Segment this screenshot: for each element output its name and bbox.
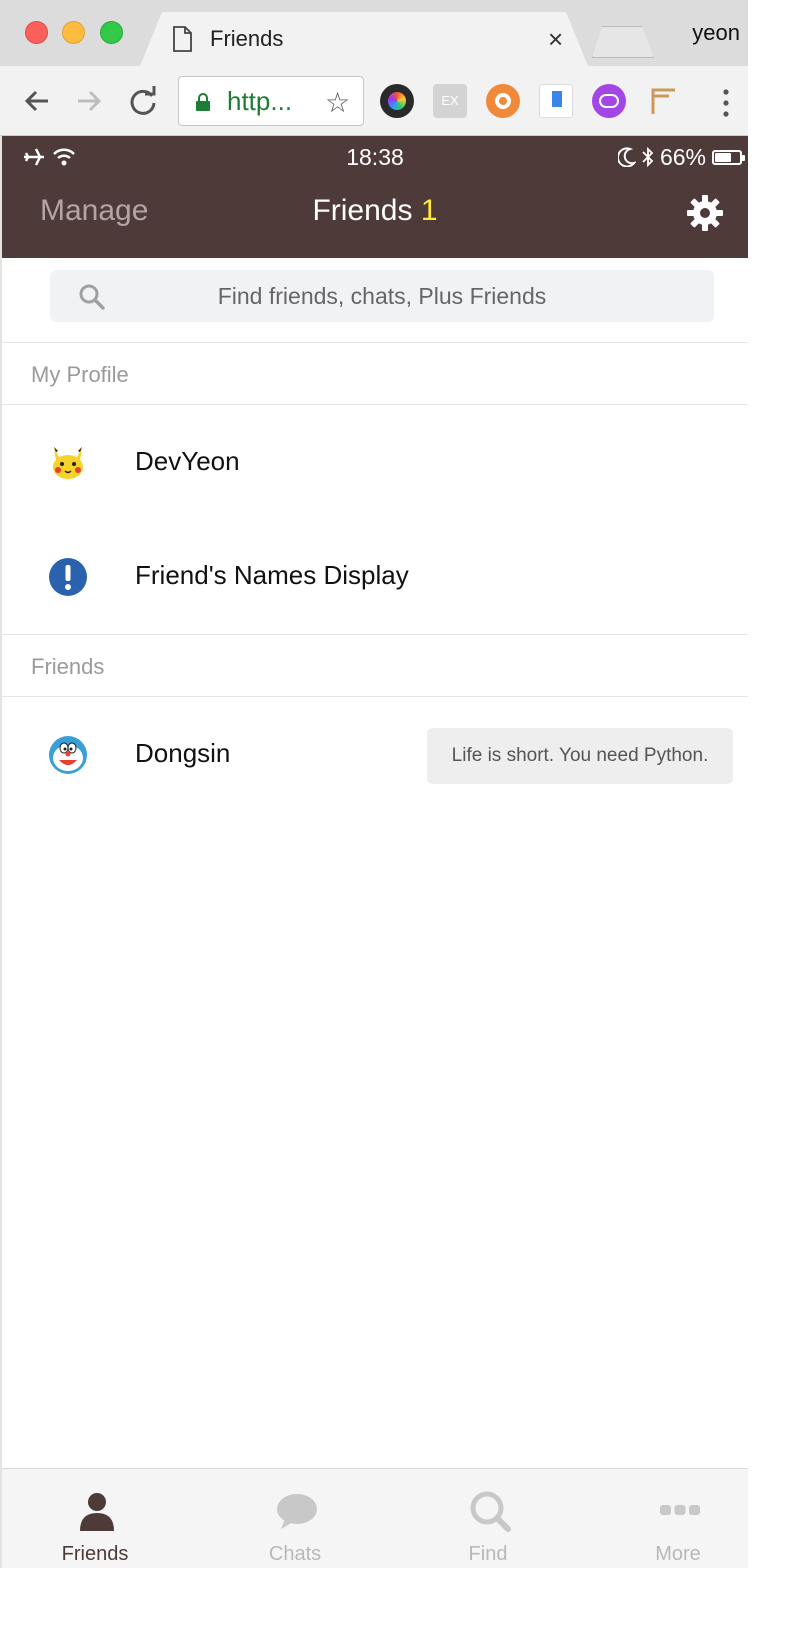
section-title: My Profile: [31, 362, 129, 387]
tab-label: Find: [468, 1543, 508, 1565]
tab-more[interactable]: More: [585, 1469, 771, 1569]
friend-row-dongsin[interactable]: Dongsin Life is short. You need Python.: [2, 698, 748, 812]
browser-profile-name[interactable]: yeon: [692, 20, 740, 46]
bottom-tab-bar: Friends Chats Find More: [2, 1468, 748, 1568]
document-extension-icon[interactable]: [539, 84, 573, 118]
search-input[interactable]: Find friends, chats, Plus Friends: [50, 270, 714, 322]
page-title: Friends 1: [2, 194, 748, 228]
back-arrow-icon[interactable]: [20, 84, 54, 118]
profile-row-names-display[interactable]: Friend's Names Display: [2, 520, 748, 634]
section-title: Friends: [31, 654, 105, 679]
profile-row-devyeon[interactable]: DevYeon: [2, 406, 748, 520]
bluetooth-icon: [642, 146, 654, 168]
friend-count-badge: 1: [420, 194, 438, 227]
browser-menu-icon[interactable]: [716, 86, 736, 120]
status-message-bubble: Life is short. You need Python.: [427, 728, 733, 784]
tab-label: Chats: [268, 1543, 322, 1565]
tab-friends[interactable]: Friends: [2, 1469, 188, 1569]
crane-extension-icon[interactable]: [645, 84, 679, 118]
tab-close-icon[interactable]: ×: [548, 26, 563, 52]
browser-tab-strip: Friends × yeon: [0, 0, 748, 66]
api-extension-icon[interactable]: [592, 84, 626, 118]
browser-toolbar: http... ☆ EX: [0, 66, 748, 136]
tab-label: Friends: [61, 1543, 129, 1565]
gear-icon[interactable]: [686, 194, 724, 232]
app-header: 18:38 66% Manage Friends 1: [2, 136, 748, 258]
more-dots-icon: [660, 1505, 700, 1515]
pikachu-avatar-icon: [53, 447, 83, 479]
speech-bubble-icon: [277, 1494, 317, 1529]
profile-name: DevYeon: [135, 446, 240, 476]
section-header-friends: Friends: [2, 635, 748, 697]
new-tab-button[interactable]: [592, 26, 654, 58]
window-minimize-button[interactable]: [62, 21, 85, 44]
browser-tab-friends[interactable]: Friends ×: [140, 12, 588, 66]
moon-icon: [617, 147, 636, 167]
search-placeholder: Find friends, chats, Plus Friends: [217, 283, 547, 309]
forward-arrow-icon[interactable]: [72, 84, 106, 118]
search-area: Find friends, chats, Plus Friends: [2, 258, 748, 343]
battery-percentage: 66%: [659, 143, 706, 170]
reload-icon[interactable]: [126, 84, 160, 118]
lock-icon: [196, 93, 210, 111]
document-icon: [173, 26, 192, 52]
tab-title: Friends: [210, 26, 284, 51]
window-close-button[interactable]: [25, 21, 48, 44]
camera-extension-icon[interactable]: [380, 84, 414, 118]
window-zoom-button[interactable]: [100, 21, 123, 44]
status-right: 66%: [617, 143, 745, 170]
address-bar[interactable]: http... ☆: [178, 76, 364, 126]
tab-label: More: [655, 1543, 701, 1565]
page-title-text: Friends: [312, 194, 413, 227]
lifebuoy-extension-icon[interactable]: [486, 84, 520, 118]
profile-name: Friend's Names Display: [135, 560, 409, 590]
doraemon-avatar-icon: [49, 736, 87, 774]
battery-icon: [712, 149, 745, 165]
section-header-my-profile: My Profile: [2, 343, 748, 405]
bookmark-star-icon[interactable]: ☆: [325, 86, 350, 119]
tab-find[interactable]: Find: [395, 1469, 581, 1569]
tab-chats[interactable]: Chats: [202, 1469, 388, 1569]
person-icon: [80, 1493, 114, 1531]
friend-name: Dongsin: [135, 738, 231, 768]
ex-extension-icon[interactable]: EX: [433, 84, 467, 118]
url-text: http...: [227, 86, 293, 116]
exclamation-info-icon: [49, 558, 87, 596]
search-icon: [470, 1491, 511, 1532]
